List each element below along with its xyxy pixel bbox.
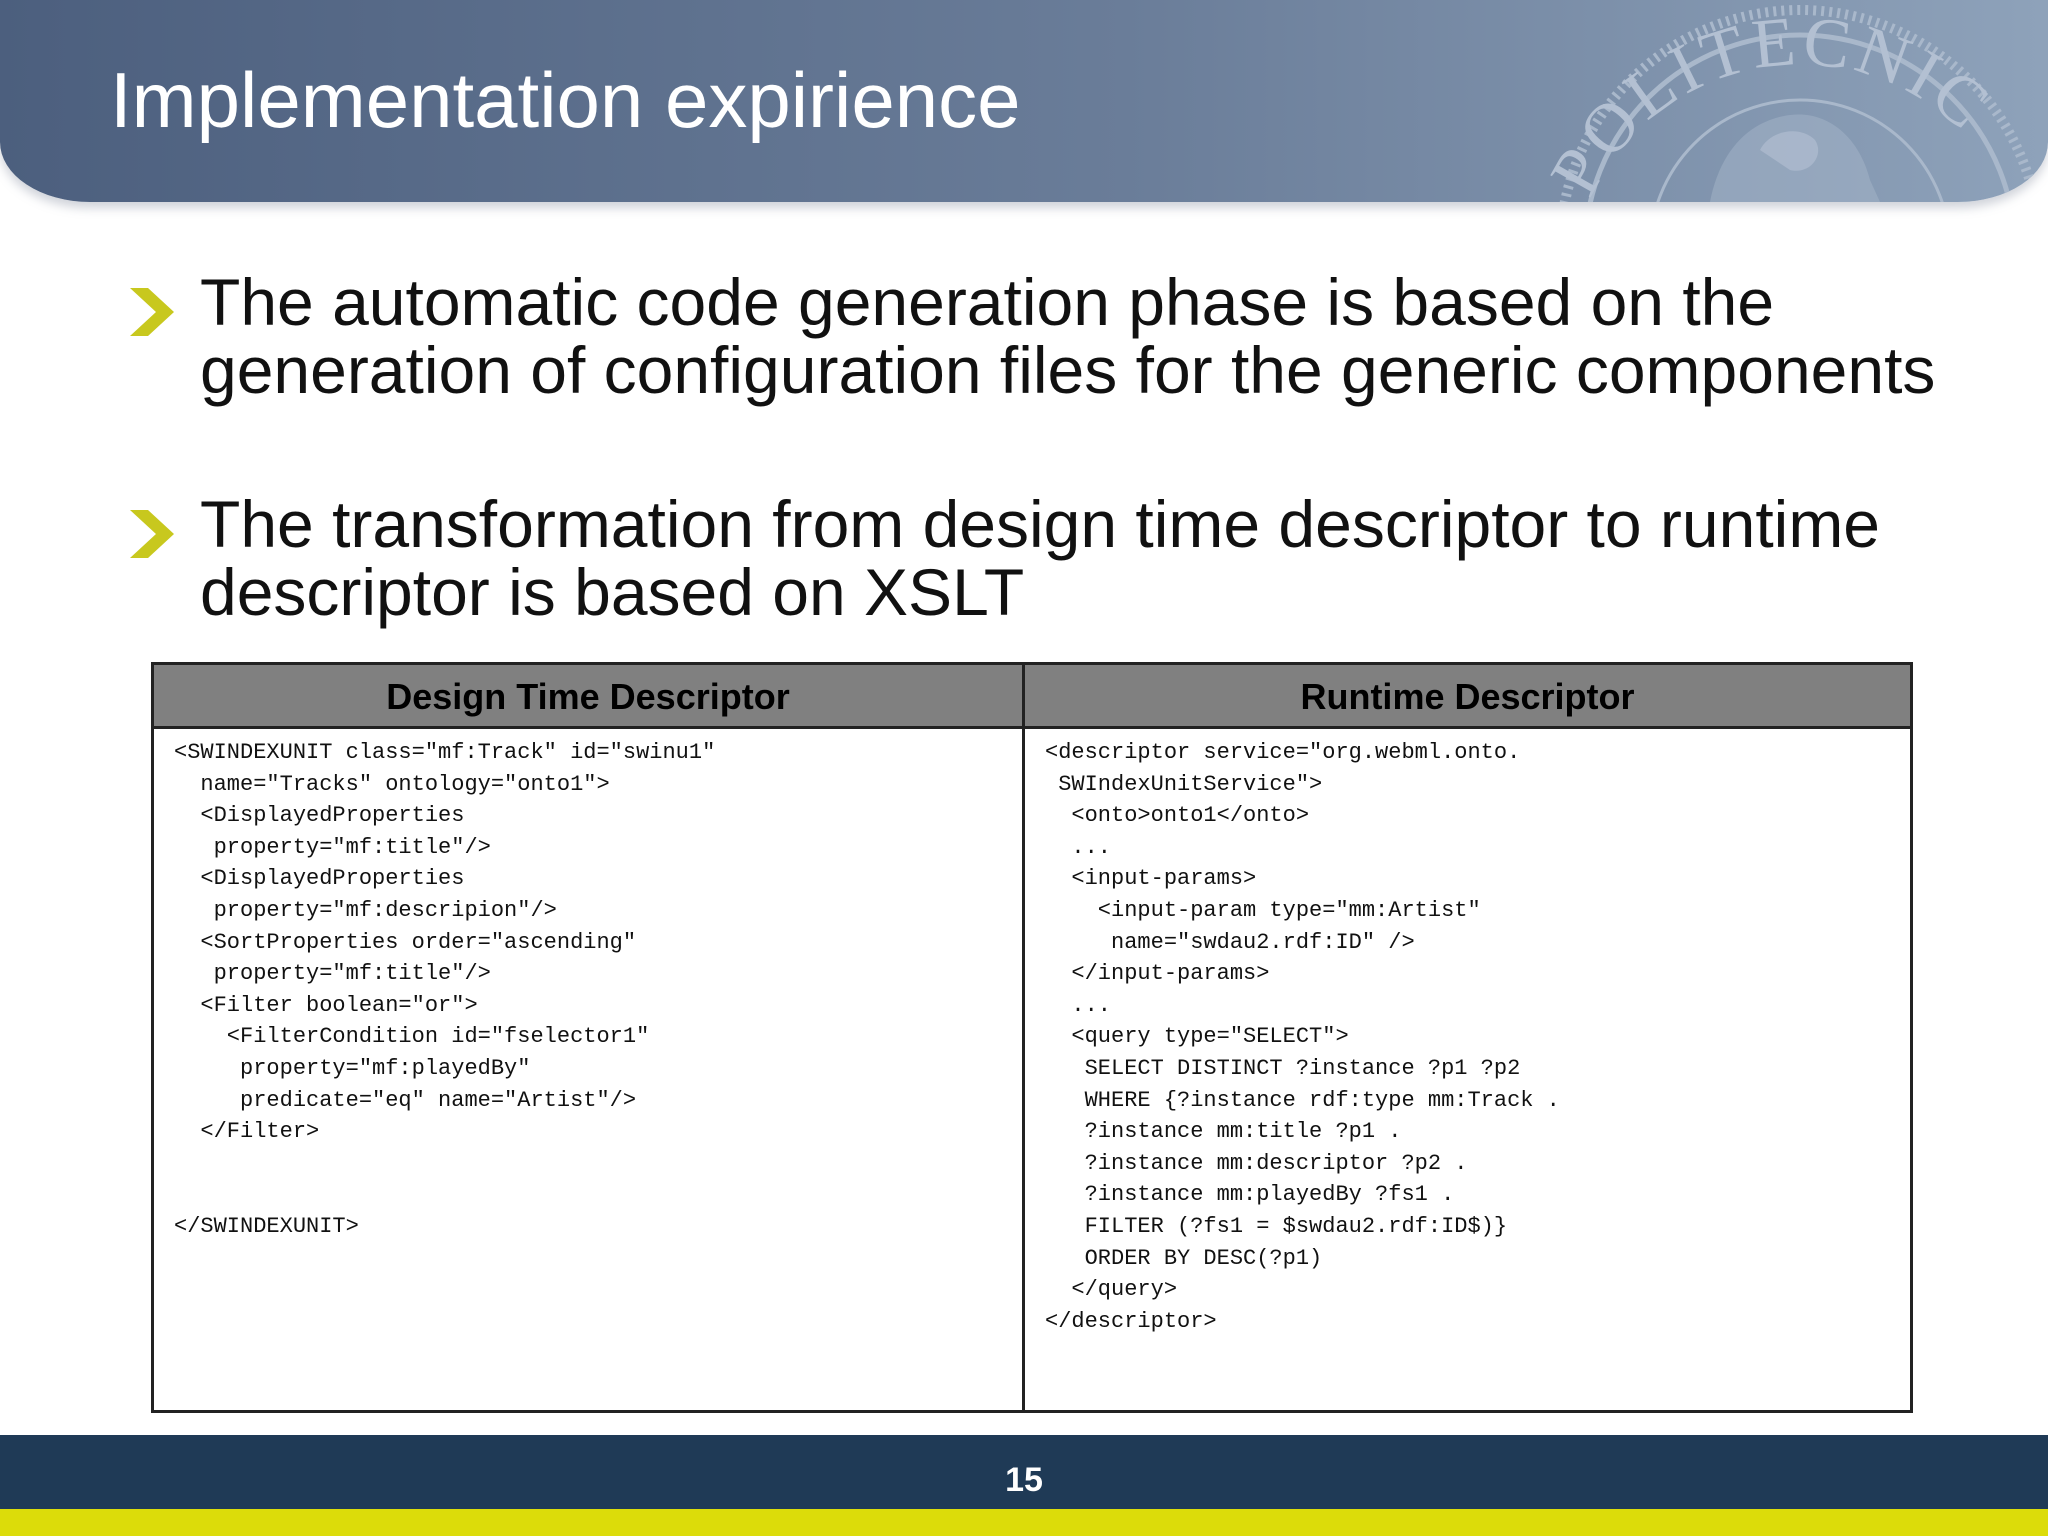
runtime-column: Runtime Descriptor <descriptor service="… (1025, 665, 1910, 1410)
descriptor-comparison-table: Design Time Descriptor <SWINDEXUNIT clas… (151, 662, 1913, 1413)
design-time-header: Design Time Descriptor (154, 665, 1022, 729)
design-time-column: Design Time Descriptor <SWINDEXUNIT clas… (154, 665, 1025, 1410)
bullet-text: The transformation from design time desc… (200, 487, 1881, 629)
bullet-item: The automatic code generation phase is b… (130, 268, 1980, 404)
accent-bar (0, 1509, 2048, 1536)
bullet-item: The transformation from design time desc… (130, 490, 1980, 626)
slide-title: Implementation expirience (110, 56, 1021, 144)
page-number: 15 (1005, 1461, 1043, 1499)
runtime-header: Runtime Descriptor (1025, 665, 1910, 729)
chevron-right-icon (130, 288, 174, 336)
chevron-right-icon (130, 510, 174, 558)
university-seal-icon: POLITECNICO (1500, 0, 2041, 202)
runtime-code: <descriptor service="org.webml.onto. SWI… (1045, 740, 1560, 1334)
bullet-text: The automatic code generation phase is b… (200, 265, 1936, 407)
design-time-code: <SWINDEXUNIT class="mf:Track" id="swinu1… (174, 740, 716, 1239)
slide-header: POLITECNICO Implementation expirience (0, 0, 2048, 202)
